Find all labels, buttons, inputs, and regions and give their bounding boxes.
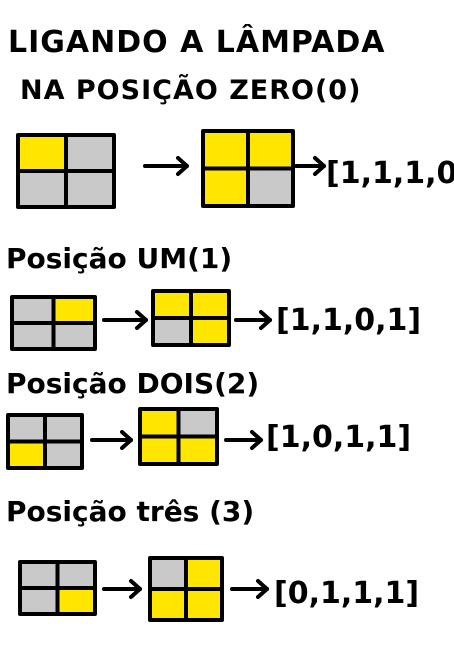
- row-0-after-grid-cell-1-on: [248, 131, 293, 169]
- row-2-after-grid-cell-0-on: [140, 409, 179, 437]
- row-0-result-arrow-icon: [294, 156, 326, 176]
- heading-position-three: Posição três (3): [6, 495, 254, 528]
- row-0-after-grid-cell-2-on: [203, 168, 248, 206]
- row-2-before-grid-cell-1-off: [45, 415, 82, 442]
- row-3-before-grid-cell-2-off: [20, 588, 58, 614]
- result-row-0: [1,1,1,0]: [326, 156, 454, 191]
- row-3-after-grid-cell-3-on: [186, 589, 222, 620]
- row-0-before-grid: [16, 133, 116, 209]
- row-1-after-grid-cell-2-off: [153, 318, 191, 345]
- result-row-3: [0,1,1,1]: [274, 576, 419, 611]
- row-2-result-arrow-icon: [224, 430, 263, 450]
- row-3-before-grid-cell-3-on: [57, 588, 95, 614]
- row-2-before-grid: [6, 413, 84, 470]
- result-row-2: [1,0,1,1]: [266, 420, 411, 455]
- row-2-before-grid-cell-3-off: [45, 441, 82, 468]
- row-3-arrow-icon: [102, 579, 142, 599]
- title-line-1: LIGANDO A LÂMPADA: [8, 24, 386, 60]
- row-3-after-grid-cell-2-on: [150, 589, 186, 620]
- row-1-before-grid-cell-3-off: [53, 323, 95, 349]
- row-2-after-grid-cell-3-on: [178, 436, 217, 464]
- row-3-before-grid-cell-1-off: [57, 562, 95, 588]
- row-1-after-grid: [151, 289, 231, 347]
- row-0-before-grid-cell-3-off: [66, 171, 114, 207]
- row-2-arrow-icon: [90, 430, 133, 450]
- row-2-after-grid-cell-2-on: [140, 436, 179, 464]
- lamp-diagram: LIGANDO A LÂMPADA NA POSIÇÃO ZERO(0) Pos…: [6, 24, 454, 622]
- row-1-result-arrow-icon: [234, 310, 272, 330]
- row-0-before-grid-cell-1-off: [66, 135, 114, 171]
- row-1-after-grid-cell-3-on: [191, 318, 229, 345]
- row-0-before-grid-cell-0-on: [18, 135, 66, 171]
- row-2-before-grid-cell-2-on: [8, 441, 45, 468]
- result-row-1: [1,1,0,1]: [276, 303, 421, 338]
- row-0-before-grid-cell-2-off: [18, 171, 66, 207]
- row-0-after-grid: [201, 129, 295, 208]
- row-1-after-grid-cell-0-on: [153, 291, 191, 318]
- row-3-result-arrow-icon: [230, 579, 269, 599]
- row-3-after-grid-cell-0-off: [150, 558, 186, 589]
- row-3-after-grid-cell-1-on: [186, 558, 222, 589]
- row-3-before-grid: [18, 560, 97, 616]
- row-3-before-grid-cell-0-off: [20, 562, 58, 588]
- row-3-after-grid: [148, 556, 224, 622]
- title-line-2: NA POSIÇÃO ZERO(0): [20, 74, 361, 106]
- row-0-arrow-icon: [143, 156, 189, 176]
- row-2-before-grid-cell-0-off: [8, 415, 45, 442]
- heading-position-two: Posição DOIS(2): [6, 367, 259, 400]
- row-1-before-grid: [10, 295, 97, 351]
- row-0-after-grid-cell-0-on: [203, 131, 248, 169]
- heading-position-one: Posição UM(1): [6, 242, 232, 275]
- row-1-before-grid-cell-1-on: [53, 297, 95, 323]
- row-0-after-grid-cell-3-off: [248, 168, 293, 206]
- row-1-arrow-icon: [102, 310, 148, 330]
- row-1-before-grid-cell-0-off: [12, 297, 54, 323]
- row-2-after-grid: [138, 407, 219, 466]
- row-2-after-grid-cell-1-off: [178, 409, 217, 437]
- row-1-after-grid-cell-1-on: [191, 291, 229, 318]
- row-1-before-grid-cell-2-off: [12, 323, 54, 349]
